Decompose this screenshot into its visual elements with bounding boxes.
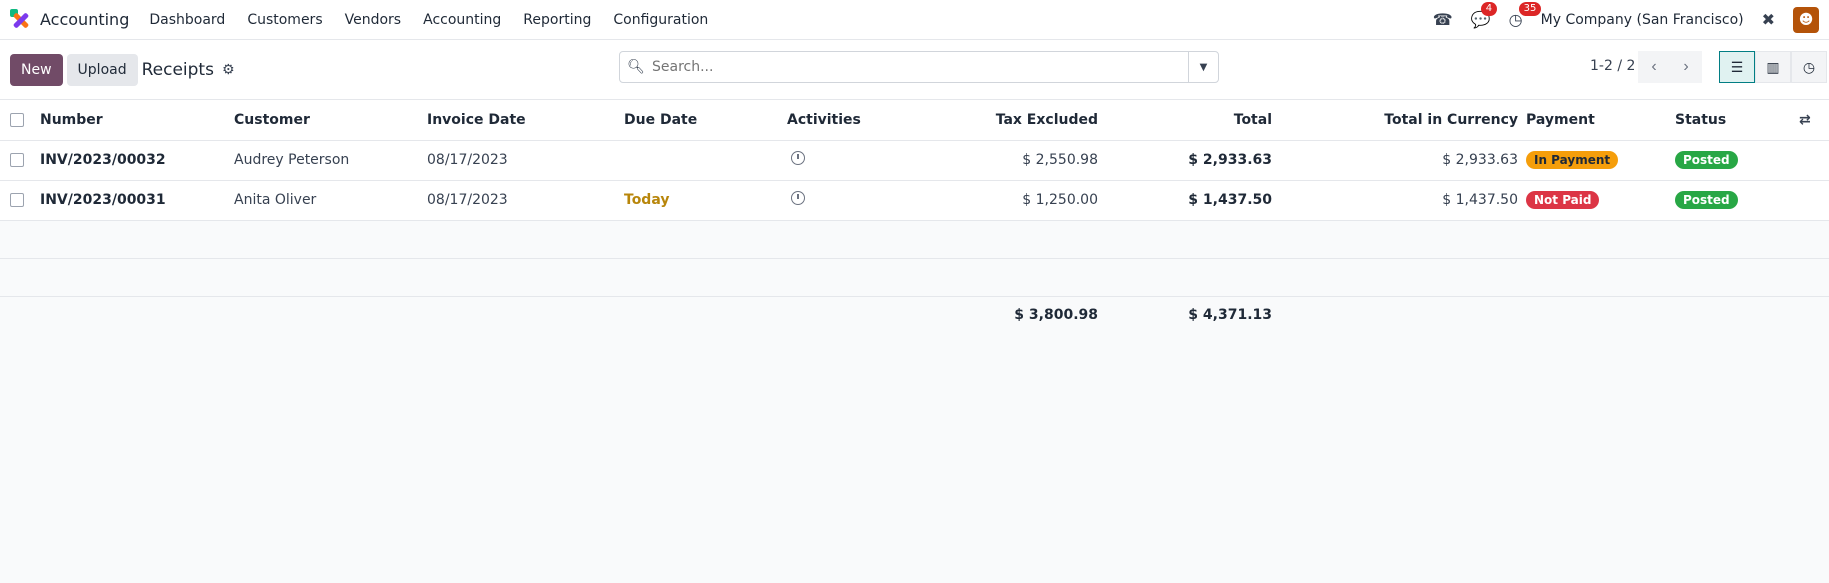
search-bar: 🔍︎ ▼ bbox=[619, 51, 1219, 83]
menu-accounting[interactable]: Accounting bbox=[423, 12, 501, 28]
col-status[interactable]: Status bbox=[1675, 100, 1799, 141]
select-all-cell bbox=[0, 100, 40, 141]
row-select-cell bbox=[0, 140, 40, 181]
empty-row bbox=[0, 258, 1829, 297]
col-total[interactable]: Total bbox=[1098, 100, 1272, 141]
chevron-left-icon: ‹ bbox=[1651, 58, 1657, 75]
cell-number: INV/2023/00032 bbox=[40, 140, 234, 181]
col-due-date[interactable]: Due Date bbox=[624, 100, 787, 141]
col-activities[interactable]: Activities bbox=[787, 100, 907, 141]
gear-icon[interactable]: ⚙ bbox=[222, 62, 235, 78]
cell-due-date: Today bbox=[624, 180, 787, 221]
pager-value[interactable]: 1-2 / 2 bbox=[1590, 58, 1635, 74]
col-invoice-date[interactable]: Invoice Date bbox=[427, 100, 624, 141]
total-total: $ 4,371.13 bbox=[1098, 296, 1272, 334]
phone-icon[interactable]: ☎ bbox=[1433, 10, 1453, 29]
select-all-checkbox[interactable] bbox=[10, 112, 24, 127]
table-header-row: Number Customer Invoice Date Due Date Ac… bbox=[0, 100, 1829, 141]
company-switcher[interactable]: My Company (San Francisco) bbox=[1541, 12, 1744, 28]
cell-activities bbox=[787, 140, 907, 181]
total-tax-excluded: $ 3,800.98 bbox=[907, 296, 1098, 334]
cell-invoice-date: 08/17/2023 bbox=[427, 180, 624, 221]
cell-number: INV/2023/00031 bbox=[40, 180, 234, 221]
user-avatar[interactable]: ☻ bbox=[1793, 6, 1819, 33]
activities-badge: 35 bbox=[1518, 2, 1542, 16]
row-checkbox[interactable] bbox=[10, 193, 24, 207]
new-button[interactable]: New bbox=[10, 53, 63, 86]
empty-row bbox=[0, 220, 1829, 259]
payment-status-badge: In Payment bbox=[1526, 151, 1619, 169]
kanban-view-button[interactable]: ▥ bbox=[1755, 51, 1791, 83]
cell-total: $ 1,437.50 bbox=[1098, 180, 1272, 221]
cell-total: $ 2,933.63 bbox=[1098, 140, 1272, 181]
menu-configuration[interactable]: Configuration bbox=[613, 12, 708, 28]
accounting-app-icon[interactable] bbox=[10, 8, 32, 31]
top-navbar: Accounting Dashboard Customers Vendors A… bbox=[0, 0, 1829, 40]
debug-tools-icon[interactable]: ✖ bbox=[1762, 10, 1775, 29]
cell-invoice-date: 08/17/2023 bbox=[427, 140, 624, 181]
status-badge: Posted bbox=[1675, 191, 1738, 209]
messages-badge: 4 bbox=[1480, 2, 1498, 16]
menu-customers[interactable]: Customers bbox=[247, 12, 322, 28]
optional-columns-cell: ⇄ bbox=[1799, 100, 1829, 141]
row-checkbox[interactable] bbox=[10, 153, 24, 167]
clock-icon: ◷ bbox=[1802, 58, 1816, 75]
app-name[interactable]: Accounting bbox=[40, 10, 129, 29]
receipts-table: Number Customer Invoice Date Due Date Ac… bbox=[0, 100, 1829, 334]
row-end-cell bbox=[1799, 140, 1829, 181]
cell-total-in-currency: $ 2,933.63 bbox=[1272, 140, 1518, 181]
col-payment[interactable]: Payment bbox=[1518, 100, 1675, 141]
cell-tax-excluded: $ 1,250.00 bbox=[907, 180, 1098, 221]
sliders-icon[interactable]: ⇄ bbox=[1799, 112, 1811, 128]
search-input[interactable] bbox=[652, 59, 1188, 75]
cell-total-in-currency: $ 1,437.50 bbox=[1272, 180, 1518, 221]
col-number[interactable]: Number bbox=[40, 100, 234, 141]
table-row[interactable]: INV/2023/00032 Audrey Peterson 08/17/202… bbox=[0, 140, 1829, 181]
col-tax-excluded[interactable]: Tax Excluded bbox=[907, 100, 1098, 141]
search-options-dropdown-icon[interactable]: ▼ bbox=[1188, 52, 1218, 82]
col-customer[interactable]: Customer bbox=[234, 100, 427, 141]
row-select-cell bbox=[0, 180, 40, 221]
activities-icon[interactable]: ◷ 35 bbox=[1509, 2, 1542, 29]
search-icon: 🔍︎ bbox=[627, 59, 645, 75]
navbar-systray: ☎ 💬 4 ◷ 35 My Company (San Francisco) ✖ ☻ bbox=[1433, 2, 1819, 33]
cell-payment: In Payment bbox=[1518, 140, 1675, 181]
cell-payment: Not Paid bbox=[1518, 180, 1675, 221]
list-icon: ☰ bbox=[1730, 58, 1744, 75]
payment-status-badge: Not Paid bbox=[1526, 191, 1600, 209]
menu-dashboard[interactable]: Dashboard bbox=[149, 12, 225, 28]
cell-status: Posted bbox=[1675, 180, 1799, 221]
menu-vendors[interactable]: Vendors bbox=[345, 12, 401, 28]
activity-view-button[interactable]: ◷ bbox=[1791, 51, 1827, 83]
row-end-cell bbox=[1799, 180, 1829, 221]
menu-reporting[interactable]: Reporting bbox=[523, 12, 591, 28]
status-badge: Posted bbox=[1675, 151, 1738, 169]
totals-row: $ 3,800.98 $ 4,371.13 bbox=[0, 296, 1829, 334]
cell-due-date bbox=[624, 140, 787, 181]
cell-tax-excluded: $ 2,550.98 bbox=[907, 140, 1098, 181]
cell-customer: Anita Oliver bbox=[234, 180, 427, 221]
kanban-icon: ▥ bbox=[1766, 58, 1780, 75]
cell-activities bbox=[787, 180, 907, 221]
page-title: Receipts bbox=[141, 59, 214, 80]
messages-icon[interactable]: 💬 4 bbox=[1471, 2, 1498, 29]
pager-next-button[interactable]: › bbox=[1670, 51, 1702, 83]
control-panel: New Upload Receipts ⚙ 🔍︎ ▼ 1-2 / 2 ‹ › ☰… bbox=[0, 40, 1829, 100]
col-total-in-currency[interactable]: Total in Currency bbox=[1272, 100, 1518, 141]
activity-clock-icon[interactable] bbox=[791, 151, 805, 165]
cell-customer: Audrey Peterson bbox=[234, 140, 427, 181]
chevron-right-icon: › bbox=[1683, 58, 1689, 75]
list-view-button[interactable]: ☰ bbox=[1719, 51, 1755, 83]
cell-status: Posted bbox=[1675, 140, 1799, 181]
upload-button[interactable]: Upload bbox=[66, 53, 138, 86]
table-row[interactable]: INV/2023/00031 Anita Oliver 08/17/2023 T… bbox=[0, 180, 1829, 221]
activity-clock-icon[interactable] bbox=[791, 191, 805, 205]
pager-previous-button[interactable]: ‹ bbox=[1638, 51, 1670, 83]
